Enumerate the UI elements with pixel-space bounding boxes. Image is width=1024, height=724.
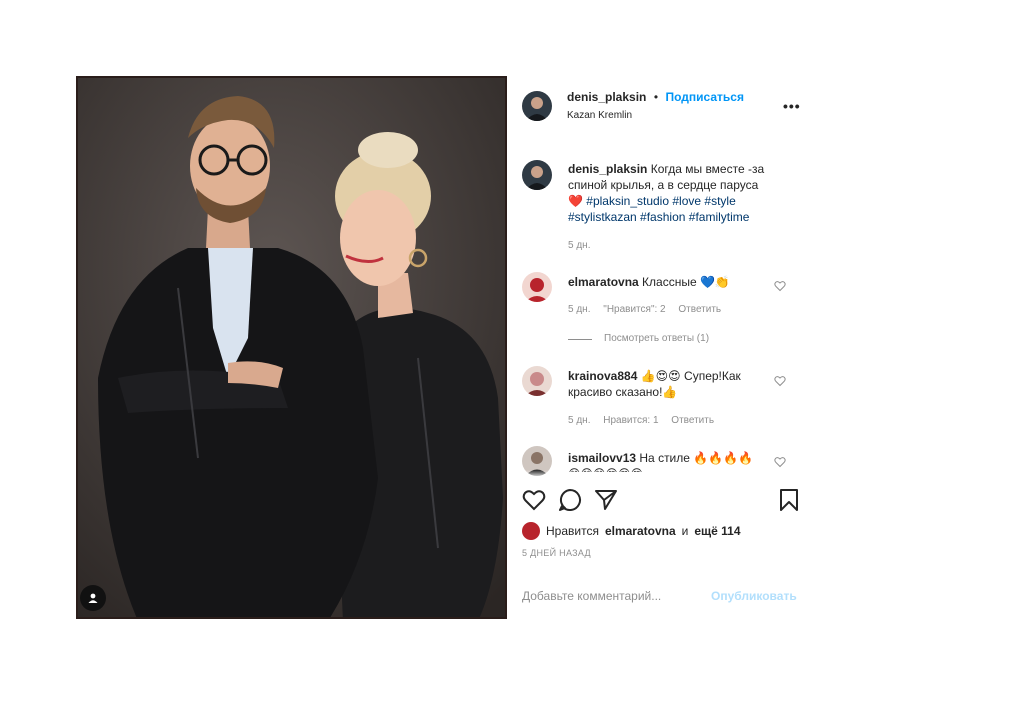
- likes-user[interactable]: elmaratovna: [605, 524, 676, 538]
- hashtag[interactable]: #familytime: [689, 210, 750, 224]
- replies-divider: [568, 339, 592, 340]
- view-replies-button[interactable]: Посмотреть ответы (1): [604, 333, 709, 344]
- comment-avatar[interactable]: [522, 272, 552, 302]
- user-tag-button[interactable]: [80, 585, 106, 611]
- comment-input[interactable]: Добавьте комментарий...: [522, 589, 661, 603]
- hashtag[interactable]: #style: [704, 194, 735, 208]
- comment-icon[interactable]: [558, 488, 582, 512]
- post-date[interactable]: 5 ДНЕЙ НАЗАД: [522, 548, 591, 558]
- separator-dot: •: [653, 90, 659, 104]
- hashtag[interactable]: #plaksin_studio: [586, 194, 669, 208]
- likes-prefix: Нравится: [546, 524, 599, 538]
- caption-emoji: ❤️: [568, 194, 583, 208]
- comment-avatar[interactable]: [522, 366, 552, 396]
- user-tag-icon: [88, 593, 98, 603]
- caption-username[interactable]: denis_plaksin: [568, 162, 647, 176]
- comment-meta: 5 дн. "Нравится": 2 Ответить: [568, 304, 731, 315]
- hashtag[interactable]: #love: [672, 194, 701, 208]
- comment: elmaratovna Классные 💙👏: [568, 274, 768, 290]
- comment-time[interactable]: 5 дн.: [568, 415, 590, 426]
- caption-meta: 5 дн.: [568, 240, 600, 251]
- more-icon[interactable]: •••: [783, 98, 801, 114]
- comment-time[interactable]: 5 дн.: [568, 304, 590, 315]
- likes-summary[interactable]: Нравится elmaratovna и ещё 114: [522, 522, 741, 540]
- post-header: denis_plaksin • Подписаться Kazan Kremli…: [567, 88, 845, 121]
- hashtag[interactable]: #stylistkazan: [568, 210, 637, 224]
- comment-likes[interactable]: "Нравится": 2: [603, 304, 665, 315]
- comment-meta: 5 дн. Нравится: 1 Ответить: [568, 415, 724, 426]
- post-photo[interactable]: [76, 76, 507, 619]
- reply-button[interactable]: Ответить: [678, 304, 721, 315]
- likes-connector: и: [681, 524, 689, 538]
- comment-text: Классные 💙👏: [642, 275, 730, 289]
- comment: krainova884 👍😍😍 Супер!Как красиво сказан…: [568, 368, 768, 400]
- share-icon[interactable]: [594, 488, 618, 512]
- hashtag[interactable]: #fashion: [640, 210, 685, 224]
- publish-button[interactable]: Опубликовать: [711, 589, 797, 603]
- comment-username[interactable]: ismailovv13: [568, 451, 636, 465]
- likes-others[interactable]: ещё 114: [694, 524, 740, 538]
- comment-username[interactable]: krainova884: [568, 369, 637, 383]
- follow-button[interactable]: Подписаться: [665, 90, 743, 104]
- caption-avatar[interactable]: [522, 160, 552, 190]
- author-avatar[interactable]: [522, 91, 552, 121]
- post-location[interactable]: Kazan Kremlin: [567, 110, 845, 121]
- reply-button[interactable]: Ответить: [671, 415, 714, 426]
- comment-like-icon[interactable]: [774, 375, 786, 387]
- liker-avatar[interactable]: [522, 522, 540, 540]
- caption-time[interactable]: 5 дн.: [568, 240, 590, 251]
- comments-fade: [522, 470, 802, 478]
- comment-like-icon[interactable]: [774, 456, 786, 468]
- comment-username[interactable]: elmaratovna: [568, 275, 639, 289]
- heart-icon[interactable]: [522, 488, 546, 512]
- comment-like-icon[interactable]: [774, 280, 786, 292]
- author-username[interactable]: denis_plaksin: [567, 90, 646, 104]
- comment-likes[interactable]: Нравится: 1: [603, 415, 658, 426]
- caption: denis_plaksin Когда мы вместе -за спиной…: [568, 161, 768, 225]
- comment: ismailovv13 На стиле 🔥🔥🔥🔥 😁😁😁😍😍😍: [568, 450, 768, 472]
- bookmark-icon[interactable]: [777, 488, 801, 512]
